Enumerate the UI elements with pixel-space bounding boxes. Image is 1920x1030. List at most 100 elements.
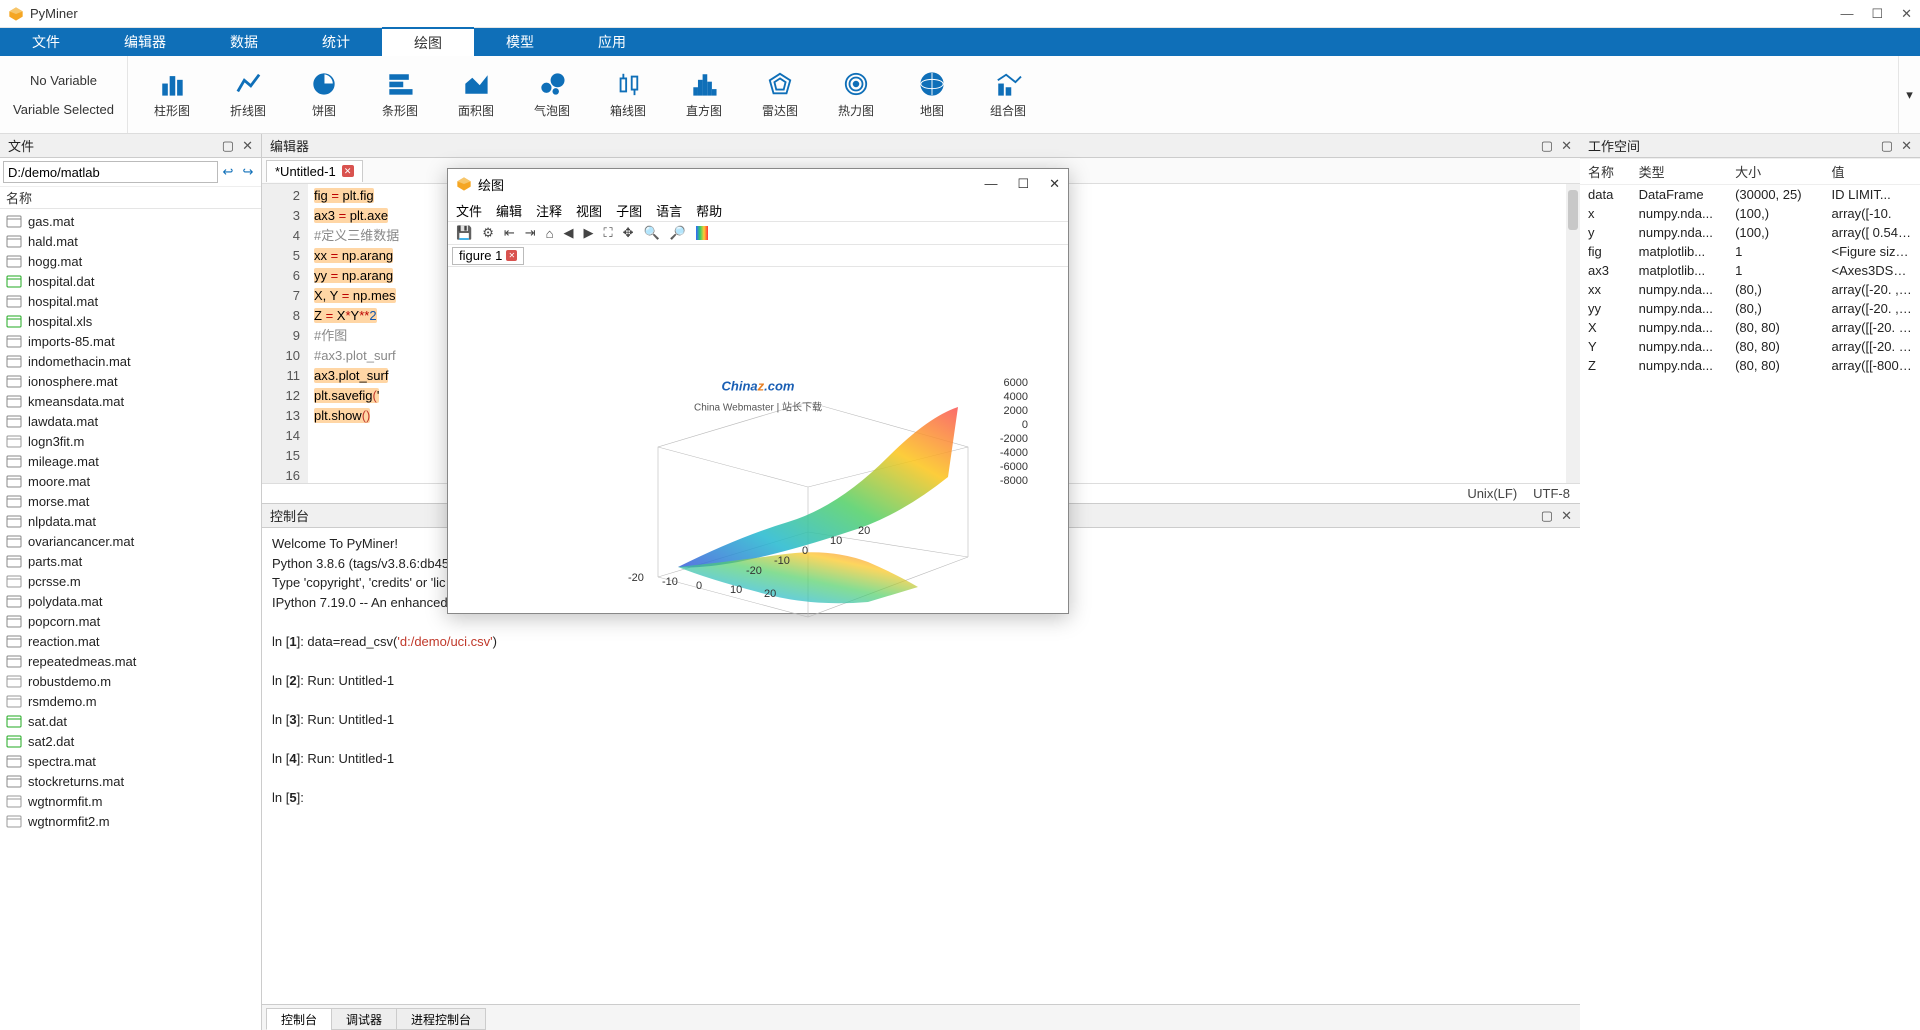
file-item[interactable]: logn3fit.m: [0, 431, 261, 451]
file-item[interactable]: imports-85.mat: [0, 331, 261, 351]
zoom-box-icon[interactable]: ⛶: [604, 225, 613, 241]
float-pane-icon[interactable]: ▢: [222, 138, 234, 154]
menu-数据[interactable]: 数据: [198, 28, 290, 56]
console-tab-2[interactable]: 进程控制台: [396, 1008, 486, 1030]
editor-tab[interactable]: *Untitled-1 ✕: [266, 160, 363, 182]
file-item[interactable]: stockreturns.mat: [0, 771, 261, 791]
plot-menu-item[interactable]: 语言: [656, 201, 682, 220]
prev-icon[interactable]: ⇤: [504, 225, 515, 241]
menu-应用[interactable]: 应用: [566, 28, 658, 56]
home-icon[interactable]: ⌂: [546, 226, 554, 241]
close-pane-icon[interactable]: ✕: [242, 138, 253, 154]
file-item[interactable]: lawdata.mat: [0, 411, 261, 431]
chart-hbar-button[interactable]: 条形图: [362, 70, 438, 119]
file-item[interactable]: mileage.mat: [0, 451, 261, 471]
file-item[interactable]: moore.mat: [0, 471, 261, 491]
next-icon[interactable]: ⇥: [525, 225, 536, 241]
save-icon[interactable]: 💾: [456, 225, 472, 241]
plot-dialog-titlebar[interactable]: 绘图 — ☐ ✕: [448, 169, 1068, 199]
ws-row[interactable]: xnumpy.nda...(100,)array([-10.: [1580, 204, 1920, 223]
chart-combo-button[interactable]: 组合图: [970, 70, 1046, 119]
nav-back-icon[interactable]: ↩: [218, 164, 238, 180]
chart-radar-button[interactable]: 雷达图: [742, 70, 818, 119]
ws-row[interactable]: Xnumpy.nda...(80, 80)array([[-20. , -...: [1580, 318, 1920, 337]
chart-bar-button[interactable]: 柱形图: [134, 70, 210, 119]
chart-line-button[interactable]: 折线图: [210, 70, 286, 119]
file-item[interactable]: rsmdemo.m: [0, 691, 261, 711]
file-item[interactable]: repeatedmeas.mat: [0, 651, 261, 671]
file-item[interactable]: wgtnormfit2.m: [0, 811, 261, 831]
plot-menu-item[interactable]: 帮助: [696, 201, 722, 220]
menu-绘图[interactable]: 绘图: [382, 27, 474, 56]
nav-fwd-icon[interactable]: ↪: [238, 164, 258, 180]
ribbon-more-dropdown[interactable]: ▾: [1898, 56, 1920, 133]
ws-row[interactable]: dataDataFrame(30000, 25) ID LIMIT...: [1580, 185, 1920, 205]
ws-row[interactable]: yynumpy.nda...(80,)array([-20. , -1...: [1580, 299, 1920, 318]
close-pane-icon[interactable]: ✕: [1561, 508, 1572, 524]
dialog-maximize-button[interactable]: ☐: [1017, 176, 1029, 192]
plot-menu-item[interactable]: 编辑: [496, 201, 522, 220]
file-item[interactable]: reaction.mat: [0, 631, 261, 651]
file-item[interactable]: ovariancancer.mat: [0, 531, 261, 551]
file-list-header[interactable]: 名称: [0, 187, 261, 209]
menu-统计[interactable]: 统计: [290, 28, 382, 56]
file-item[interactable]: hald.mat: [0, 231, 261, 251]
dialog-close-button[interactable]: ✕: [1049, 176, 1060, 192]
menu-编辑器[interactable]: 编辑器: [92, 28, 198, 56]
plot-menu-item[interactable]: 视图: [576, 201, 602, 220]
ws-row[interactable]: ax3matplotlib...1<Axes3DSubpl...: [1580, 261, 1920, 280]
file-item[interactable]: morse.mat: [0, 491, 261, 511]
file-item[interactable]: sat2.dat: [0, 731, 261, 751]
file-item[interactable]: kmeansdata.mat: [0, 391, 261, 411]
float-pane-icon[interactable]: ▢: [1541, 508, 1553, 524]
chart-bubble-button[interactable]: 气泡图: [514, 70, 590, 119]
file-item[interactable]: ionosphere.mat: [0, 371, 261, 391]
file-item[interactable]: gas.mat: [0, 211, 261, 231]
chart-area-button[interactable]: 面积图: [438, 70, 514, 119]
plot-canvas[interactable]: 6000400020000-2000-4000-6000-8000 -20-10…: [448, 267, 1068, 613]
file-item[interactable]: indomethacin.mat: [0, 351, 261, 371]
file-item[interactable]: spectra.mat: [0, 751, 261, 771]
console-tab-0[interactable]: 控制台: [266, 1008, 332, 1030]
close-button[interactable]: ✕: [1901, 6, 1912, 22]
editor-scrollbar[interactable]: [1566, 184, 1580, 483]
ws-row[interactable]: Ynumpy.nda...(80, 80)array([[-20. , -...: [1580, 337, 1920, 356]
ws-col-header[interactable]: 名称: [1580, 159, 1631, 185]
maximize-button[interactable]: ☐: [1871, 6, 1883, 22]
ws-col-header[interactable]: 类型: [1631, 159, 1727, 185]
file-item[interactable]: nlpdata.mat: [0, 511, 261, 531]
close-tab-icon[interactable]: ✕: [342, 165, 354, 177]
close-pane-icon[interactable]: ✕: [1561, 138, 1572, 154]
file-item[interactable]: robustdemo.m: [0, 671, 261, 691]
back-icon[interactable]: ◀: [564, 225, 574, 241]
plot-menu-item[interactable]: 子图: [616, 201, 642, 220]
float-pane-icon[interactable]: ▢: [1541, 138, 1553, 154]
encoding-indicator[interactable]: UTF-8: [1533, 486, 1570, 501]
dialog-minimize-button[interactable]: —: [984, 176, 997, 192]
chart-heat-button[interactable]: 热力图: [818, 70, 894, 119]
plot-menu-item[interactable]: 注释: [536, 201, 562, 220]
file-item[interactable]: sat.dat: [0, 711, 261, 731]
file-item[interactable]: hospital.mat: [0, 291, 261, 311]
file-item[interactable]: parts.mat: [0, 551, 261, 571]
eol-indicator[interactable]: Unix(LF): [1467, 486, 1517, 501]
chart-map-button[interactable]: 地图: [894, 70, 970, 119]
file-item[interactable]: popcorn.mat: [0, 611, 261, 631]
file-item[interactable]: hospital.xls: [0, 311, 261, 331]
menu-模型[interactable]: 模型: [474, 28, 566, 56]
ws-row[interactable]: xxnumpy.nda...(80,)array([-20. , -1...: [1580, 280, 1920, 299]
variable-selector[interactable]: No Variable Variable Selected: [0, 56, 128, 133]
ws-col-header[interactable]: 大小: [1727, 159, 1823, 185]
settings-icon[interactable]: ⚙: [482, 225, 494, 241]
file-item[interactable]: hospital.dat: [0, 271, 261, 291]
chart-pie-button[interactable]: 饼图: [286, 70, 362, 119]
figure-tab[interactable]: figure 1 ✕: [452, 247, 524, 265]
file-item[interactable]: polydata.mat: [0, 591, 261, 611]
chart-hist-button[interactable]: 直方图: [666, 70, 742, 119]
console-tab-1[interactable]: 调试器: [331, 1008, 397, 1030]
float-pane-icon[interactable]: ▢: [1881, 138, 1893, 154]
file-item[interactable]: pcrsse.m: [0, 571, 261, 591]
chart-box-button[interactable]: 箱线图: [590, 70, 666, 119]
ws-row[interactable]: figmatplotlib...1<Figure size 4...: [1580, 242, 1920, 261]
file-item[interactable]: wgtnormfit.m: [0, 791, 261, 811]
